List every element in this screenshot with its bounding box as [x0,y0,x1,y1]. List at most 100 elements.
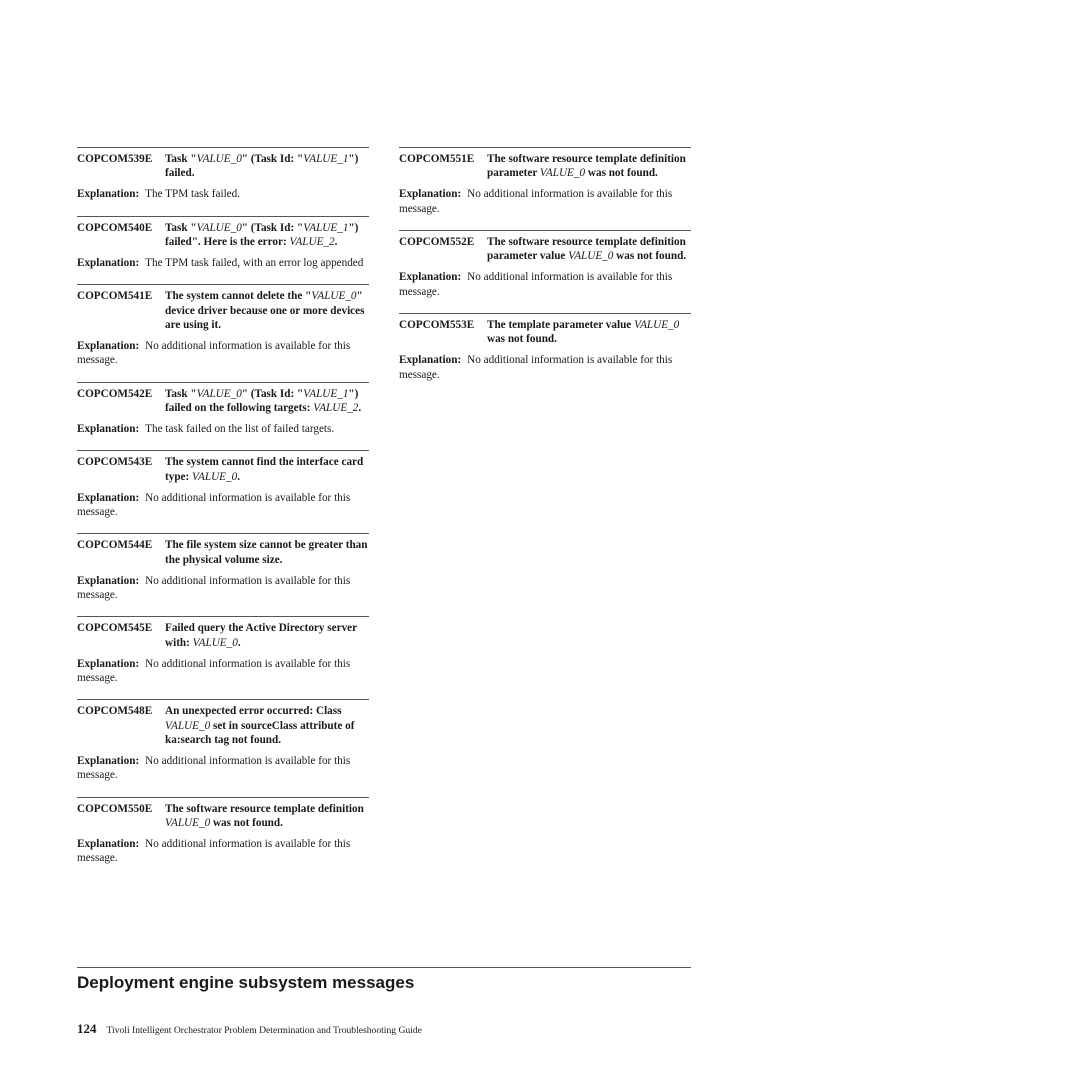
message-title: An unexpected error occurred: Class VALU… [165,704,369,747]
message-variable: VALUE_0 [311,290,357,303]
message-header: COPCOM552E The software resource template… [399,235,691,263]
message-variable: VALUE_0 [165,816,211,829]
message-text: " (Task Id: " [241,153,304,165]
message-header: COPCOM541E The system cannot delete the "… [77,289,369,332]
message-text: The template parameter value [487,319,635,331]
section-heading: Deployment engine subsystem messages [77,967,691,994]
explanation-label: Explanation: [399,188,462,201]
message-id: COPCOM552E [399,236,475,248]
message-explanation: Explanation: No additional information is… [77,574,369,603]
message-variable: VALUE_0 [634,319,680,331]
message-header: COPCOM540E Task "VALUE_0" (Task Id: "VALU… [77,221,369,249]
explanation-label: Explanation: [77,340,140,353]
message-explanation: Explanation: No additional information is… [77,491,369,520]
message-text: The file system size cannot be greater t… [165,539,368,566]
message-text: . [237,636,241,649]
message-id: COPCOM548E [77,705,153,718]
message-title: Task "VALUE_0" (Task Id: "VALUE_1") fail… [165,152,369,180]
message-entry: COPCOM552E The software resource template… [399,230,691,299]
message-text: was not found. [210,816,283,829]
message-explanation: Explanation: No additional information is… [399,270,691,299]
message-id: COPCOM539E [77,153,153,165]
explanation-text: The task failed on the list of failed ta… [145,423,335,436]
message-header: COPCOM539E Task "VALUE_0" (Task Id: "VALU… [77,152,369,180]
message-explanation: Explanation: No additional information is… [77,657,369,686]
message-entry: COPCOM540E Task "VALUE_0" (Task Id: "VALU… [77,215,369,271]
message-variable: VALUE_0 [192,636,238,649]
message-title: Failed query the Active Directory server… [165,621,369,649]
explanation-label: Explanation: [77,574,140,587]
explanation-label: Explanation: [77,491,140,504]
message-explanation: Explanation: No additional information is… [77,837,369,866]
message-variable: VALUE_1 [303,153,349,165]
message-id: COPCOM543E [77,456,153,469]
message-explanation: Explanation: No additional information is… [77,754,369,783]
explanation-label: Explanation: [77,754,140,767]
message-title: The template parameter value VALUE_0 was… [487,318,691,346]
message-variable: VALUE_1 [303,387,349,400]
message-variable: VALUE_0 [196,387,242,400]
message-text: An unexpected error occurred: Class [165,705,342,718]
footer-book-title: Tivoli Intelligent Orchestrator Problem … [106,1025,422,1036]
message-entry: COPCOM539E Task "VALUE_0" (Task Id: "VALU… [77,147,369,202]
message-header: COPCOM550E The software resource template… [77,802,369,830]
message-text: . [334,235,338,248]
message-text: Task " [165,387,197,400]
message-entry: COPCOM544E The file system size cannot be… [77,533,369,602]
message-column-left: COPCOM539E Task "VALUE_0" (Task Id: "VALU… [77,147,369,880]
message-variable: VALUE_0 [539,167,586,180]
message-title: Task "VALUE_0" (Task Id: "VALUE_1") fail… [165,221,369,249]
message-header: COPCOM544E The file system size cannot be… [77,538,369,566]
message-entry: COPCOM541E The system cannot delete the "… [77,284,369,367]
message-id: COPCOM541E [77,290,153,303]
message-explanation: Explanation: The TPM task failed. [77,187,369,201]
message-entry: COPCOM550E The software resource template… [77,796,369,866]
explanation-label: Explanation: [77,257,140,270]
message-entry: COPCOM543E The system cannot find the int… [77,450,369,519]
explanation-text: The TPM task failed, with an error log a… [145,257,364,270]
message-title: The system cannot delete the "VALUE_0" d… [165,289,369,332]
message-id: COPCOM542E [77,387,153,400]
message-variable: VALUE_1 [303,221,349,234]
message-variable: VALUE_0 [165,719,211,732]
message-entry: COPCOM553E The template parameter value V… [399,313,691,382]
message-title: The software resource template definitio… [487,235,691,263]
message-id: COPCOM550E [77,802,153,815]
message-title: The software resource template definitio… [487,152,691,180]
message-text: was not found. [585,167,658,180]
message-text: Task " [165,221,197,234]
message-text: The system cannot delete the " [165,290,312,303]
explanation-label: Explanation: [77,188,140,201]
message-text: was not found. [487,333,557,346]
message-id: COPCOM544E [77,539,153,552]
message-id: COPCOM551E [399,153,475,165]
message-header: COPCOM543E The system cannot find the int… [77,455,369,483]
message-id: COPCOM545E [77,622,153,635]
message-variable: VALUE_0 [196,221,242,234]
message-column-right: COPCOM551E The software resource template… [399,147,691,396]
message-title: The system cannot find the interface car… [165,455,369,483]
message-variable: VALUE_2 [313,401,359,414]
message-variable: VALUE_0 [192,470,238,483]
message-entry: COPCOM551E The software resource template… [399,147,691,216]
message-header: COPCOM553E The template parameter value V… [399,318,691,346]
explanation-label: Explanation: [77,837,140,850]
message-text: " (Task Id: " [241,387,304,400]
message-text: The software resource template definitio… [165,802,364,815]
message-entry: COPCOM545E Failed query the Active Direct… [77,616,369,685]
message-header: COPCOM542E Task "VALUE_0" (Task Id: "VALU… [77,387,369,415]
message-title: The file system size cannot be greater t… [165,538,369,566]
message-title: Task "VALUE_0" (Task Id: "VALUE_1") fail… [165,387,369,415]
message-text: . [237,470,240,483]
page-number: 124 [77,1021,97,1036]
message-text: " (Task Id: " [241,221,304,234]
message-explanation: Explanation: No additional information is… [399,353,691,382]
message-header: COPCOM551E The software resource template… [399,152,691,180]
message-text: Task " [165,153,197,165]
message-header: COPCOM545E Failed query the Active Direct… [77,621,369,649]
page-footer: 124 Tivoli Intelligent Orchestrator Prob… [77,1021,422,1037]
message-explanation: Explanation: The task failed on the list … [77,422,369,436]
message-variable: VALUE_0 [568,250,614,263]
message-entry: COPCOM542E Task "VALUE_0" (Task Id: "VALU… [77,381,369,437]
message-variable: VALUE_2 [289,235,335,248]
